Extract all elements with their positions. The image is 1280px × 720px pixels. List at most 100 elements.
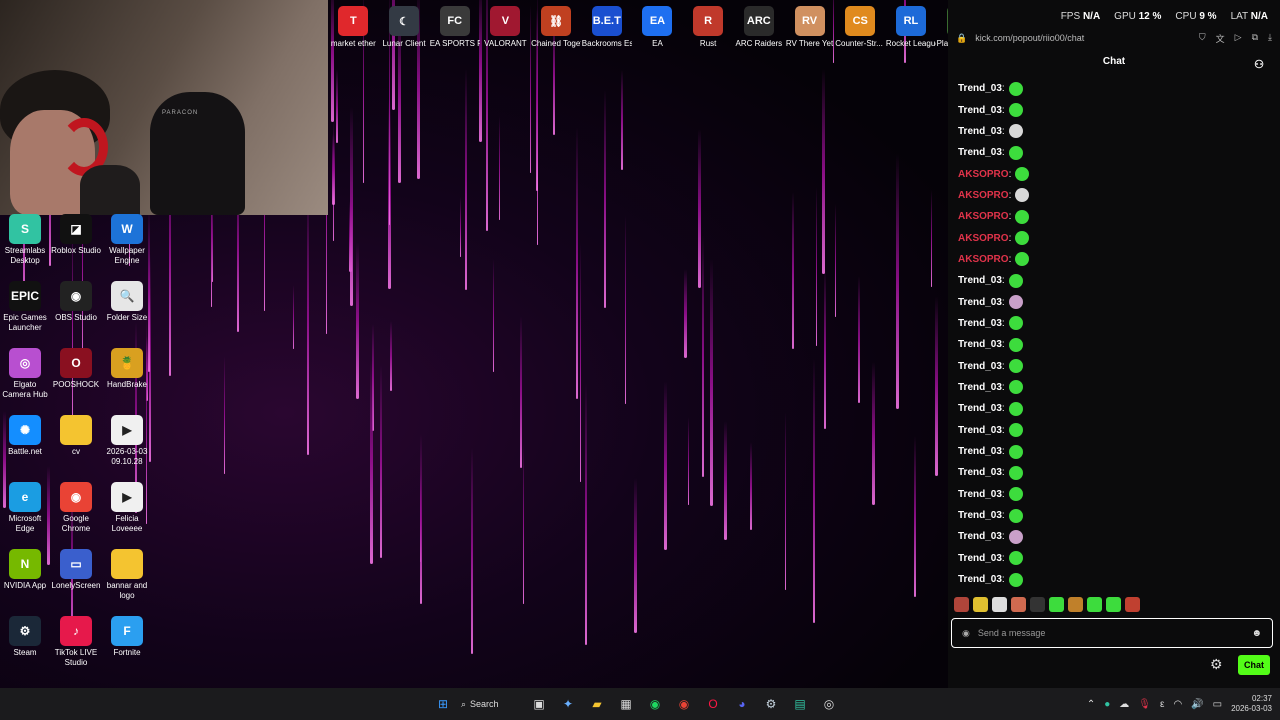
chat-message[interactable]: Trend_03:	[958, 270, 1268, 291]
chat-username[interactable]: AKSOPRO	[958, 254, 1009, 265]
start-icon[interactable]: ⊞	[432, 693, 454, 715]
send-chat-button[interactable]: Chat	[1238, 655, 1270, 675]
chat-username[interactable]: AKSOPRO	[958, 211, 1009, 222]
clock[interactable]: 02:37 2026-03-03	[1231, 694, 1272, 714]
desktop-icon-epic-games[interactable]: EPIC Epic Games Launcher	[0, 281, 50, 333]
moderation-icon[interactable]: ◉	[962, 628, 970, 639]
chat-message[interactable]: Trend_03:	[958, 334, 1268, 355]
chat-message[interactable]: Trend_03:	[958, 526, 1268, 547]
chat-username[interactable]: Trend_03	[958, 510, 1002, 521]
chat-message[interactable]: AKSOPRO:	[958, 227, 1268, 248]
quick-emote-icon[interactable]	[1087, 597, 1102, 612]
chat-message[interactable]: Trend_03:	[958, 462, 1268, 483]
chat-message[interactable]: Trend_03:	[958, 377, 1268, 398]
chat-emote-icon[interactable]	[1008, 295, 1023, 310]
chat-username[interactable]: Trend_03	[958, 275, 1002, 286]
chat-emote-icon[interactable]	[1008, 103, 1023, 118]
desktop-icon-lonelyscreen[interactable]: ▭ LonelyScreen	[51, 549, 101, 591]
chat-username[interactable]: Trend_03	[958, 147, 1002, 158]
extensions-icon[interactable]: ⧉	[1252, 32, 1258, 45]
desktop-icon-edge[interactable]: e Microsoft Edge	[0, 482, 50, 534]
translate-icon[interactable]: 文	[1216, 32, 1225, 45]
shortcut-chained-together[interactable]: ⛓ Chained Together	[531, 0, 582, 62]
address-bar[interactable]: 🔒 kick.com/popout/riio00/chat ⛉ 文 ▷ ⧉ ⤓	[948, 28, 1280, 48]
shortcut-ea[interactable]: EA EA	[632, 0, 683, 62]
chat-message[interactable]: Trend_03:	[958, 484, 1268, 505]
chat-username[interactable]: Trend_03	[958, 361, 1002, 372]
tray-app-icon[interactable]: ●	[1104, 699, 1110, 710]
shortcut-counter-strike[interactable]: CS Counter-Str... 2	[835, 0, 886, 62]
chrome-icon[interactable]: ◉	[673, 693, 695, 715]
chat-username[interactable]: Trend_03	[958, 489, 1002, 500]
chat-emote-icon[interactable]	[1008, 316, 1023, 331]
chat-emote-icon[interactable]	[1008, 337, 1023, 352]
chat-username[interactable]: Trend_03	[958, 318, 1002, 329]
chat-username[interactable]: Trend_03	[958, 467, 1002, 478]
shield-icon[interactable]: ⛉	[1199, 32, 1206, 45]
chat-input-box[interactable]: ◉ ☻	[951, 618, 1273, 648]
desktop-icon-chrome[interactable]: ◉ Google Chrome	[51, 482, 101, 534]
store-icon[interactable]: ▦	[615, 693, 637, 715]
tray-cloud-icon[interactable]: ☁	[1119, 699, 1129, 710]
chat-message[interactable]: AKSOPRO:	[958, 249, 1268, 270]
chat-emote-icon[interactable]	[1008, 273, 1023, 288]
desktop-icon-streamlabs[interactable]: S Streamlabs Desktop	[0, 214, 50, 266]
wifi-icon[interactable]: ◠	[1173, 699, 1182, 710]
chat-emote-icon[interactable]	[1008, 124, 1023, 139]
chat-message[interactable]: Trend_03:	[958, 355, 1268, 376]
chat-message[interactable]: AKSOPRO:	[958, 163, 1268, 184]
shortcut-tarkov-market[interactable]: Tmarket ether	[328, 0, 379, 62]
chat-emote-icon[interactable]	[1008, 551, 1023, 566]
chat-emote-icon[interactable]	[1008, 401, 1023, 416]
shortcut-rust[interactable]: R Rust	[683, 0, 734, 62]
copilot-icon[interactable]: ✦	[557, 693, 579, 715]
quick-emote-icon[interactable]	[1125, 597, 1140, 612]
desktop-icon-folder-size[interactable]: 🔍 Folder Size	[102, 281, 152, 323]
quick-emote-icon[interactable]	[992, 597, 1007, 612]
chat-username[interactable]: AKSOPRO	[958, 233, 1009, 244]
desktop-icon-pooshock[interactable]: O POOSHOCK	[51, 348, 101, 390]
chat-emote-icon[interactable]	[1008, 145, 1023, 160]
download-icon[interactable]: ⤓	[1268, 32, 1272, 45]
shortcut-backrooms[interactable]: B.E.T Backrooms Escape T...	[581, 0, 632, 62]
chat-emote-icon[interactable]	[1008, 359, 1023, 374]
chat-username[interactable]: Trend_03	[958, 382, 1002, 393]
chat-message[interactable]: Trend_03:	[958, 398, 1268, 419]
chat-username[interactable]: Trend_03	[958, 297, 1002, 308]
users-icon[interactable]: ⚇	[1254, 58, 1264, 71]
url-text[interactable]: kick.com/popout/riio00/chat	[975, 33, 1084, 43]
gear-icon[interactable]: ⚙	[1210, 656, 1223, 673]
chat-emote-icon[interactable]	[1008, 423, 1023, 438]
chat-message-list[interactable]: Trend_03: Trend_03: Trend_03: Trend_03: AKSO…	[958, 78, 1268, 590]
desktop-icon-obs[interactable]: ◉ OBS Studio	[51, 281, 101, 323]
chat-emote-icon[interactable]	[1008, 465, 1023, 480]
quick-emote-icon[interactable]	[973, 597, 988, 612]
chat-username[interactable]: Trend_03	[958, 126, 1002, 137]
desktop-icon-nvidia[interactable]: N NVIDIA App	[0, 549, 50, 591]
shortcut-valorant[interactable]: V VALORANT	[480, 0, 531, 62]
emoji-icon[interactable]: ☻	[1251, 628, 1262, 639]
chat-username[interactable]: Trend_03	[958, 83, 1002, 94]
quick-emote-icon[interactable]	[1106, 597, 1121, 612]
shortcut-ea-fc[interactable]: FC EA SPORTS FC™ 24	[429, 0, 480, 62]
chat-emote-icon[interactable]	[1015, 167, 1030, 182]
chat-message[interactable]: Trend_03:	[958, 548, 1268, 569]
chat-emote-icon[interactable]	[1008, 487, 1023, 502]
streamlabs-icon[interactable]: ▤	[789, 693, 811, 715]
chat-username[interactable]: Trend_03	[958, 425, 1002, 436]
chat-username[interactable]: AKSOPRO	[958, 169, 1009, 180]
desktop-icon-wallpaper-engine[interactable]: W Wallpaper Engine	[102, 214, 152, 266]
chat-username[interactable]: Trend_03	[958, 339, 1002, 350]
spotify-icon[interactable]: ◉	[644, 693, 666, 715]
chat-message[interactable]: Trend_03:	[958, 99, 1268, 120]
chat-message[interactable]: Trend_03:	[958, 121, 1268, 142]
taskbar-search-button[interactable]: ⌕ Search	[461, 699, 521, 710]
quick-emote-icon[interactable]	[1011, 597, 1026, 612]
volume-icon[interactable]: 🔊	[1191, 699, 1203, 710]
desktop-icon-folder[interactable]: cv	[51, 415, 101, 457]
desktop-icon-handbrake[interactable]: 🍍 HandBrake	[102, 348, 152, 390]
play-icon[interactable]: ▷	[1235, 32, 1242, 45]
chat-emote-icon[interactable]	[1015, 188, 1030, 203]
steam-icon[interactable]: ⚙	[760, 693, 782, 715]
chat-message[interactable]: Trend_03:	[958, 78, 1268, 99]
